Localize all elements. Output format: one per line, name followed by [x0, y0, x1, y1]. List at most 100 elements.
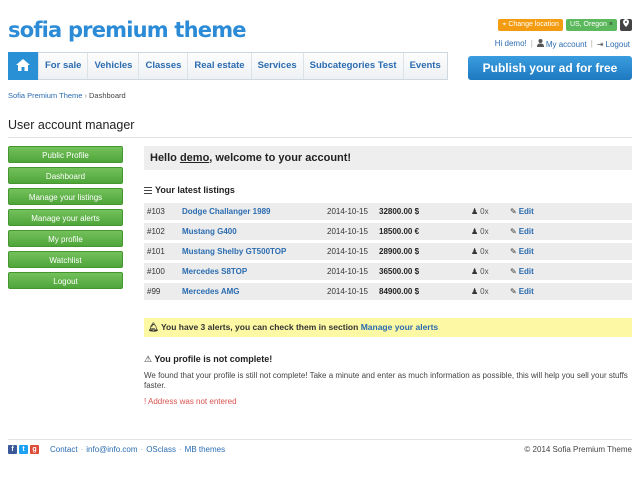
listing-views: ♟ 0x: [471, 227, 510, 236]
listing-edit-label: Edit: [518, 227, 534, 236]
listing-views-count: 0x: [480, 227, 489, 236]
sidebar-item-watchlist[interactable]: Watchlist: [8, 251, 123, 268]
listing-views-count: 0x: [480, 247, 489, 256]
nav-item-for-sale[interactable]: For sale: [38, 53, 87, 79]
sidebar-item-manage-listings[interactable]: Manage your listings: [8, 188, 123, 205]
listing-views-count: 0x: [480, 287, 489, 296]
my-account-link[interactable]: My account: [536, 39, 587, 49]
breadcrumb: Sofia Premium Theme › Dashboard: [8, 91, 126, 100]
social-links: f t g: [8, 445, 39, 454]
my-account-label: My account: [545, 39, 587, 49]
title-divider: [8, 137, 632, 138]
listing-views-count: 0x: [480, 267, 489, 276]
listing-date: 2014-10-15: [327, 287, 368, 296]
person-icon: ♟: [471, 267, 479, 276]
breadcrumb-separator: ›: [84, 91, 87, 100]
listing-row: #102 Mustang G400 2014-10-15 18500.00 € …: [144, 223, 632, 240]
listing-edit-button[interactable]: ✎ Edit: [510, 227, 534, 236]
location-pin-button[interactable]: [620, 18, 632, 32]
listing-edit-label: Edit: [518, 287, 534, 296]
listing-title-link[interactable]: Mustang Shelby GT500TOP: [182, 247, 327, 256]
manage-alerts-link[interactable]: Manage your alerts: [361, 322, 438, 332]
listing-title-link[interactable]: Mercedes S8TOP: [182, 267, 327, 276]
main-navigation: For sale Vehicles Classes Real estate Se…: [8, 52, 448, 80]
footer-link-mb-themes[interactable]: MB themes: [185, 445, 225, 454]
nav-item-services[interactable]: Services: [250, 53, 303, 79]
sign-out-icon: ⇥: [596, 39, 604, 49]
sidebar-item-logout[interactable]: Logout: [8, 272, 123, 289]
latest-listings-title: Your latest listings: [155, 185, 235, 195]
logout-link[interactable]: ⇥ Logout: [597, 39, 630, 49]
profile-incomplete-heading: ⚠ You profile is not complete!: [144, 354, 632, 365]
listing-date: 2014-10-15: [327, 207, 368, 216]
profile-missing-field-text: Address was not entered: [148, 397, 237, 406]
welcome-suffix: , welcome to your account!: [209, 152, 352, 164]
clear-location-icon[interactable]: ×: [609, 19, 613, 31]
listing-price: 32800.00 $: [379, 207, 420, 216]
footer: f t g Contact · info@info.com · OSclass …: [8, 445, 632, 454]
listing-title-link[interactable]: Dodge Challanger 1989: [182, 207, 327, 216]
sidebar-item-public-profile[interactable]: Public Profile: [8, 146, 123, 163]
listing-edit-button[interactable]: ✎ Edit: [510, 267, 534, 276]
breadcrumb-home-link[interactable]: Sofia Premium Theme: [8, 91, 82, 100]
page-title: User account manager: [8, 118, 135, 132]
nav-item-subcategories-test[interactable]: Subcategories Test: [302, 53, 403, 79]
listing-title-link[interactable]: Mercedes AMG: [182, 287, 327, 296]
listing-views: ♟ 0x: [471, 267, 510, 276]
divider: |: [590, 39, 593, 48]
nav-item-events[interactable]: Events: [402, 53, 447, 79]
footer-link-email[interactable]: info@info.com: [86, 445, 137, 454]
listing-views: ♟ 0x: [471, 207, 510, 216]
listing-title-link[interactable]: Mustang G400: [182, 227, 327, 236]
listing-edit-button[interactable]: ✎ Edit: [510, 247, 534, 256]
listing-edit-button[interactable]: ✎ Edit: [510, 207, 534, 216]
nav-item-classes[interactable]: Classes: [138, 53, 187, 79]
sidebar-item-manage-alerts[interactable]: Manage your alerts: [8, 209, 123, 226]
alerts-notice: 🔔︎ You have 3 alerts, you can check them…: [144, 318, 632, 337]
change-location-button[interactable]: ⌖ Change location: [498, 19, 563, 31]
warning-icon: ⚠: [144, 354, 153, 364]
current-location-badge[interactable]: US, Oregon ×: [565, 19, 617, 31]
wrench-icon: ✎: [510, 247, 517, 256]
main-content: Hello demo, welcome to your account! You…: [144, 146, 632, 406]
google-plus-icon[interactable]: g: [30, 445, 39, 454]
person-icon: ♟: [471, 227, 479, 236]
user-greeting: Hi demo!: [494, 39, 527, 48]
listing-date: 2014-10-15: [327, 267, 368, 276]
facebook-icon[interactable]: f: [8, 445, 17, 454]
listing-price: 28900.00 $: [379, 247, 420, 256]
current-location-label: US, Oregon: [569, 21, 607, 28]
nav-item-vehicles[interactable]: Vehicles: [87, 53, 138, 79]
account-sidebar: Public Profile Dashboard Manage your lis…: [8, 146, 123, 289]
pin-icon: [623, 18, 629, 32]
listing-edit-label: Edit: [518, 267, 534, 276]
listing-price: 36500.00 $: [379, 267, 420, 276]
listing-edit-label: Edit: [518, 207, 534, 216]
listing-date: 2014-10-15: [327, 227, 368, 236]
user-links: Hi demo! | My account | ⇥ Logout: [495, 39, 630, 49]
listing-views: ♟ 0x: [471, 247, 510, 256]
divider: |: [530, 39, 533, 48]
profile-incomplete-text: We found that your profile is still not …: [144, 371, 628, 390]
listing-row: #103 Dodge Challanger 1989 2014-10-15 32…: [144, 203, 632, 220]
user-icon: [536, 39, 544, 49]
home-icon: [16, 59, 30, 73]
map-marker-icon: ⌖: [502, 21, 507, 28]
profile-incomplete-title: You profile is not complete!: [154, 354, 273, 364]
footer-link-contact[interactable]: Contact: [50, 445, 78, 454]
footer-link-osclass[interactable]: OSclass: [146, 445, 176, 454]
sidebar-item-my-profile[interactable]: My profile: [8, 230, 123, 247]
sidebar-item-dashboard[interactable]: Dashboard: [8, 167, 123, 184]
location-bar: ⌖ Change location US, Oregon ×: [498, 18, 632, 32]
twitter-icon[interactable]: t: [19, 445, 28, 454]
nav-home-button[interactable]: [8, 52, 38, 80]
listing-edit-button[interactable]: ✎ Edit: [510, 287, 534, 296]
listing-views: ♟ 0x: [471, 287, 510, 296]
welcome-username-link[interactable]: demo: [180, 152, 209, 164]
publish-ad-button[interactable]: Publish your ad for free: [468, 56, 632, 80]
list-icon: [144, 186, 152, 194]
nav-item-real-estate[interactable]: Real estate: [187, 53, 250, 79]
welcome-prefix: Hello: [150, 152, 180, 164]
listing-id: #99: [147, 287, 161, 296]
site-logo[interactable]: sofia premium theme: [8, 18, 247, 42]
